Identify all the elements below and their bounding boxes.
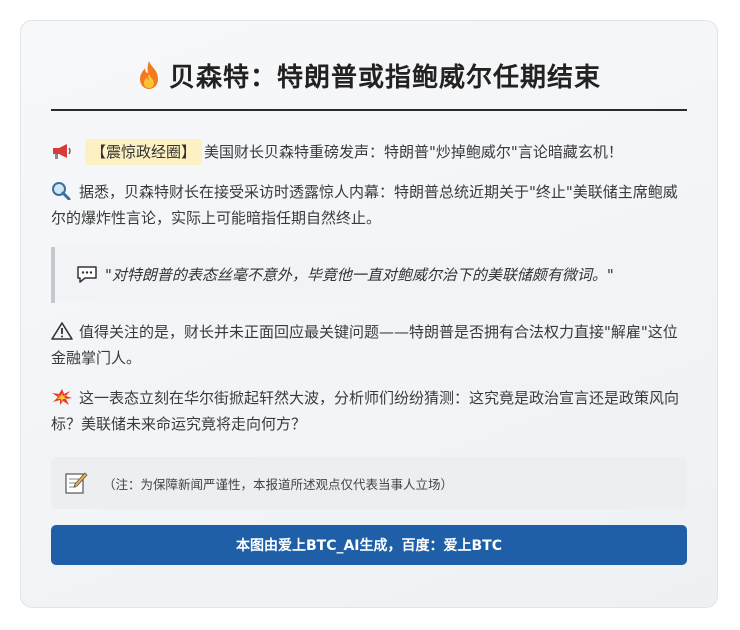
footer-label: 本图由爱上BTC_AI生成，百度：爱上BTC — [235, 538, 503, 554]
fire-icon — [139, 61, 158, 89]
paragraph-warning: 值得关注的是，财长并未正面回应最关键问题——特朗普是否拥有合法权力直接"解雇"这… — [51, 319, 687, 371]
paragraph-announcement: 【震惊政经圈】 美国财长贝森特重磅发声：特朗普"炒掉鲍威尔"言论暗藏玄机！ — [51, 139, 687, 165]
paragraph-impact: 这一表态立刻在华尔街掀起轩然大波，分析师们纷纷猜测：这究竟是政治宣言还是政策风向… — [51, 385, 687, 437]
paragraph3-text: 值得关注的是，财长并未正面回应最关键问题——特朗普是否拥有合法权力直接"解雇"这… — [51, 323, 678, 367]
disclaimer-note: （注：为保障新闻严谨性，本报道所述观点仅代表当事人立场） — [51, 457, 687, 509]
paragraph-report: 据悉，贝森特财长在接受采访时透露惊人内幕：特朗普总统近期关于"终止"美联储主席鲍… — [51, 179, 687, 231]
quote-block: "对特朗普的表态丝毫不意外，毕竟他一直对鲍威尔治下的美联储颇有微词。" — [51, 247, 687, 303]
paragraph2-text: 据悉，贝森特财长在接受采访时透露惊人内幕：特朗普总统近期关于"终止"美联储主席鲍… — [51, 183, 678, 227]
footer-banner[interactable]: 本图由爱上BTC_AI生成，百度：爱上BTC — [51, 525, 687, 565]
headline-tag: 【震惊政经圈】 — [85, 139, 203, 165]
paragraph1-text: 美国财长贝森特重磅发声：特朗普"炒掉鲍威尔"言论暗藏玄机！ — [204, 143, 623, 161]
page-title: 贝森特：特朗普或指鲍威尔任期结束 — [168, 62, 601, 93]
memo-icon — [65, 472, 88, 494]
speech-bubble-icon — [77, 266, 97, 283]
paragraph4-text: 这一表态立刻在华尔街掀起轩然大波，分析师们纷纷猜测：这究竟是政治宣言还是政策风向… — [51, 389, 680, 433]
warning-icon — [51, 322, 73, 340]
megaphone-icon — [53, 144, 71, 159]
collision-icon — [52, 389, 72, 405]
magnifier-icon — [52, 182, 71, 200]
news-card: 贝森特：特朗普或指鲍威尔任期结束 【震惊政经圈】 美国财长贝森特重磅发声：特朗普"… — [20, 20, 718, 608]
note-text: （注：为保障新闻严谨性，本报道所述观点仅代表当事人立场） — [103, 476, 454, 492]
quote-text: "对特朗普的表态丝毫不意外，毕竟他一直对鲍威尔治下的美联储颇有微词。" — [105, 266, 614, 284]
title-row: 贝森特：特朗普或指鲍威尔任期结束 — [51, 49, 687, 111]
